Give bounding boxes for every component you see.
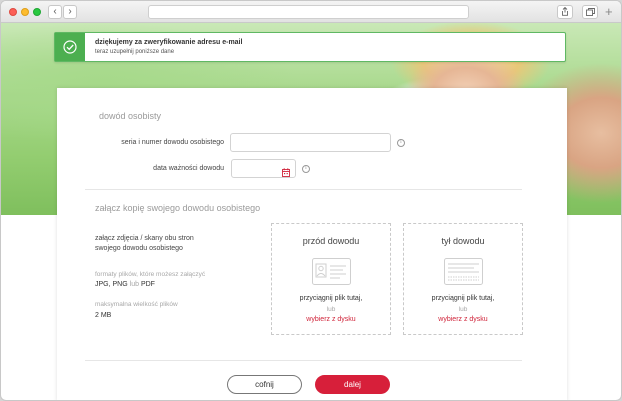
attach-instructions-line-2: swojego dowodu osobistego xyxy=(95,245,183,252)
formats-primary: JPG, PNG xyxy=(95,281,128,288)
calendar-icon[interactable] xyxy=(282,164,290,182)
id-number-input[interactable] xyxy=(230,133,391,152)
id-card-front-icon xyxy=(312,258,351,285)
id-section-title: dowód osobisty xyxy=(99,111,162,121)
formats-value: JPG, PNG lub PDF xyxy=(95,281,155,288)
dropzone-front-text: przyciągnij plik tutaj, xyxy=(299,295,363,302)
browser-window: ‹ › + dziękujemy za zweryfikowanie adres… xyxy=(0,0,622,401)
check-circle-icon xyxy=(55,33,85,61)
expiry-date-info-icon[interactable]: i xyxy=(302,165,310,173)
tabs-icon[interactable] xyxy=(582,5,598,19)
dropzone-front-or: lub xyxy=(326,306,336,313)
dropzone-back-text: przyciągnij plik tutaj, xyxy=(431,295,495,302)
id-number-info-icon[interactable]: i xyxy=(397,139,405,147)
banner-subtitle: teraz uzupełnij poniższe dane xyxy=(95,49,175,55)
expiry-date-label: data ważności dowodu xyxy=(153,165,224,172)
attach-instructions: załącz zdjęcia / skany obu stron swojego… xyxy=(95,234,194,254)
browser-toolbar: ‹ › + xyxy=(1,1,621,23)
dropzone-back-title: tył dowodu xyxy=(441,236,485,246)
back-button[interactable]: ‹ xyxy=(48,5,62,19)
max-size-label: maksymalna wielkość plików xyxy=(95,301,178,308)
next-button[interactable]: dalej xyxy=(315,375,390,394)
dropzone-back-browse-link[interactable]: wybierz z dysku xyxy=(404,316,522,323)
address-bar[interactable] xyxy=(148,5,469,19)
form-card: dowód osobisty seria i numer dowodu osob… xyxy=(57,88,567,400)
back-form-button[interactable]: cofnij xyxy=(227,375,302,394)
expiry-date-input[interactable] xyxy=(231,159,296,178)
dropzone-front[interactable]: przód dowodu przyciągnij plik tutaj, lub… xyxy=(271,223,391,335)
max-size-value: 2 MB xyxy=(95,312,112,319)
forward-button[interactable]: › xyxy=(63,5,77,19)
formats-secondary: PDF xyxy=(140,281,155,288)
actions-divider xyxy=(85,360,522,361)
formats-or: lub xyxy=(129,281,139,288)
close-window-button[interactable] xyxy=(9,8,17,16)
attach-section-title: załącz kopię swojego dowodu osobistego xyxy=(95,203,261,213)
minimize-window-button[interactable] xyxy=(21,8,29,16)
id-number-label: seria i numer dowodu osobistego xyxy=(121,139,224,146)
dropzone-front-title: przód dowodu xyxy=(302,236,360,246)
section-divider xyxy=(85,189,522,190)
attach-instructions-line-1: załącz zdjęcia / skany obu stron xyxy=(95,235,194,242)
banner-title: dziękujemy za zweryfikowanie adresu e-ma… xyxy=(95,39,243,46)
dropzone-back[interactable]: tył dowodu przyciągnij plik tutaj, lub w… xyxy=(403,223,523,335)
dropzone-front-browse-link[interactable]: wybierz z dysku xyxy=(272,316,390,323)
new-tab-button[interactable]: + xyxy=(605,4,613,19)
share-icon[interactable] xyxy=(557,5,573,19)
verification-banner: dziękujemy za zweryfikowanie adresu e-ma… xyxy=(54,32,566,62)
formats-label: formaty plików, które możesz załączyć xyxy=(95,271,206,278)
maximize-window-button[interactable] xyxy=(33,8,41,16)
dropzone-back-or: lub xyxy=(458,306,468,313)
id-card-back-icon xyxy=(444,258,483,285)
